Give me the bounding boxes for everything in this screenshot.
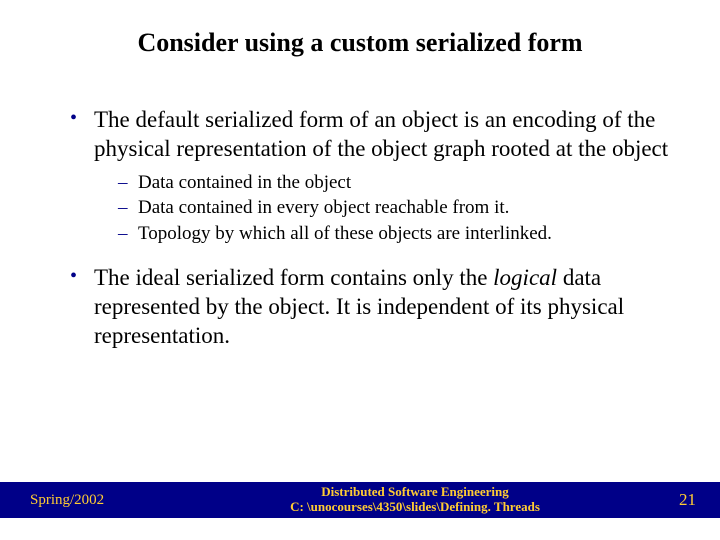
sub-item-2: Data contained in every object reachable…: [118, 195, 672, 221]
footer-page-number: 21: [650, 490, 720, 510]
footer-path: C: \unocourses\4350\slides\Defining. Thr…: [180, 500, 650, 515]
sub-item-3: Topology by which all of these objects a…: [118, 221, 672, 247]
slide-footer: Spring/2002 Distributed Software Enginee…: [0, 482, 720, 518]
bullet-1: The default serialized form of an object…: [70, 106, 672, 246]
footer-date: Spring/2002: [0, 492, 180, 509]
footer-course: Distributed Software Engineering: [180, 485, 650, 500]
slide-title: Consider using a custom serialized form: [0, 0, 720, 58]
bullet-2: The ideal serialized form contains only …: [70, 264, 672, 350]
slide-content: The default serialized form of an object…: [0, 58, 720, 351]
sub-list: Data contained in the object Data contai…: [94, 170, 672, 247]
bullet-2-pre: The ideal serialized form contains only …: [94, 265, 493, 290]
sub-item-1: Data contained in the object: [118, 170, 672, 196]
bullet-2-em: logical: [493, 265, 557, 290]
footer-center: Distributed Software Engineering C: \uno…: [180, 485, 650, 515]
bullet-1-text: The default serialized form of an object…: [94, 107, 668, 161]
